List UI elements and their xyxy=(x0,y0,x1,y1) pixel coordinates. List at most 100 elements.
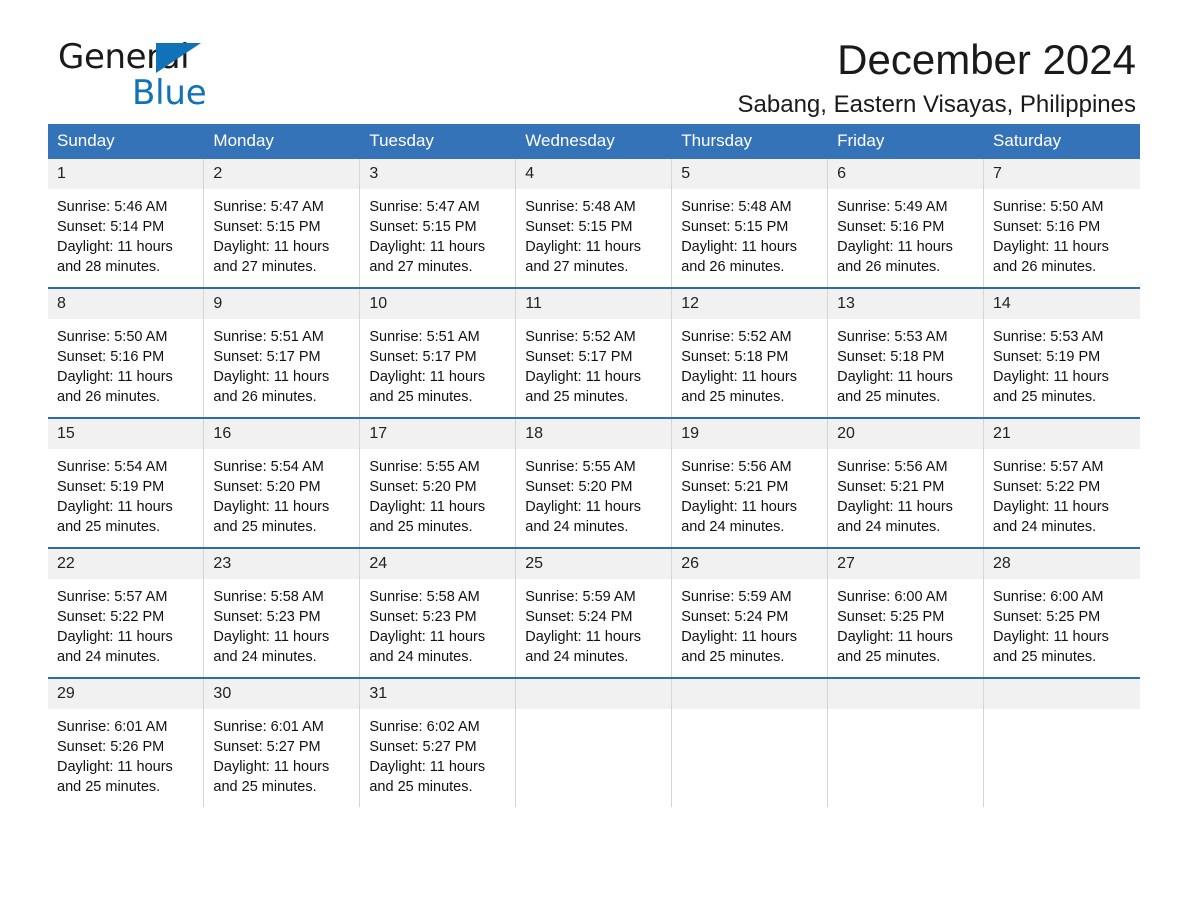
day-cell[interactable]: 23 Sunrise: 5:58 AM Sunset: 5:23 PM Dayl… xyxy=(203,547,361,678)
sunrise-text: Sunrise: 5:56 AM xyxy=(837,459,948,475)
daylight-text-line2: and 24 minutes. xyxy=(681,519,785,535)
sunset-text: Sunset: 5:16 PM xyxy=(57,349,165,365)
sunrise-text: Sunrise: 6:00 AM xyxy=(993,589,1104,605)
day-cell[interactable]: 10 Sunrise: 5:51 AM Sunset: 5:17 PM Dayl… xyxy=(359,287,517,418)
day-cell[interactable]: 3 Sunrise: 5:47 AM Sunset: 5:15 PM Dayli… xyxy=(359,159,517,288)
week-row: 29 Sunrise: 6:01 AM Sunset: 5:26 PM Dayl… xyxy=(48,677,1140,807)
day-cell[interactable]: 28 Sunrise: 6:00 AM Sunset: 5:25 PM Dayl… xyxy=(983,547,1140,678)
calendar-header: Sunday Monday Tuesday Wednesday Thursday… xyxy=(48,124,1140,159)
day-cell[interactable]: 16 Sunrise: 5:54 AM Sunset: 5:20 PM Dayl… xyxy=(203,417,361,548)
day-details: Sunrise: 6:00 AM Sunset: 5:25 PM Dayligh… xyxy=(984,579,1140,677)
day-cell[interactable]: 18 Sunrise: 5:55 AM Sunset: 5:20 PM Dayl… xyxy=(515,417,673,548)
daylight-text-line1: Daylight: 11 hours xyxy=(57,239,173,255)
day-cell[interactable]: 8 Sunrise: 5:50 AM Sunset: 5:16 PM Dayli… xyxy=(48,287,205,418)
day-cell[interactable]: 11 Sunrise: 5:52 AM Sunset: 5:17 PM Dayl… xyxy=(515,287,673,418)
weekday-header-row: Sunday Monday Tuesday Wednesday Thursday… xyxy=(48,124,1140,159)
daylight-text-line2: and 24 minutes. xyxy=(525,649,629,665)
daylight-text-line2: and 26 minutes. xyxy=(837,259,941,275)
day-cell[interactable]: 25 Sunrise: 5:59 AM Sunset: 5:24 PM Dayl… xyxy=(515,547,673,678)
day-details: Sunrise: 5:48 AM Sunset: 5:15 PM Dayligh… xyxy=(672,189,828,287)
day-cell[interactable]: 21 Sunrise: 5:57 AM Sunset: 5:22 PM Dayl… xyxy=(983,417,1140,548)
daylight-text-line1: Daylight: 11 hours xyxy=(837,369,953,385)
day-details xyxy=(516,709,672,797)
day-cell[interactable]: 2 Sunrise: 5:47 AM Sunset: 5:15 PM Dayli… xyxy=(203,159,361,288)
weekday-header-sunday: Sunday xyxy=(48,124,205,159)
sunset-text: Sunset: 5:15 PM xyxy=(525,219,633,235)
day-cell[interactable]: 17 Sunrise: 5:55 AM Sunset: 5:20 PM Dayl… xyxy=(359,417,517,548)
sunset-text: Sunset: 5:17 PM xyxy=(525,349,633,365)
daylight-text-line2: and 24 minutes. xyxy=(837,519,941,535)
daylight-text-line2: and 24 minutes. xyxy=(993,519,1097,535)
day-number: 24 xyxy=(360,549,516,579)
day-details: Sunrise: 5:47 AM Sunset: 5:15 PM Dayligh… xyxy=(360,189,516,287)
daylight-text-line1: Daylight: 11 hours xyxy=(213,759,330,775)
day-cell[interactable]: 22 Sunrise: 5:57 AM Sunset: 5:22 PM Dayl… xyxy=(48,547,205,678)
sunset-text: Sunset: 5:15 PM xyxy=(369,219,477,235)
day-number: 3 xyxy=(360,159,516,189)
day-number: 27 xyxy=(828,549,984,579)
day-number xyxy=(672,679,828,709)
day-cell[interactable]: 4 Sunrise: 5:48 AM Sunset: 5:15 PM Dayli… xyxy=(515,159,673,288)
day-cell[interactable]: 15 Sunrise: 5:54 AM Sunset: 5:19 PM Dayl… xyxy=(48,417,205,548)
sunset-text: Sunset: 5:24 PM xyxy=(525,609,633,625)
day-cell[interactable]: 29 Sunrise: 6:01 AM Sunset: 5:26 PM Dayl… xyxy=(48,677,205,807)
sunset-text: Sunset: 5:16 PM xyxy=(993,219,1101,235)
day-cell[interactable]: 20 Sunrise: 5:56 AM Sunset: 5:21 PM Dayl… xyxy=(827,417,985,548)
day-cell[interactable]: 9 Sunrise: 5:51 AM Sunset: 5:17 PM Dayli… xyxy=(203,287,361,418)
daylight-text-line1: Daylight: 11 hours xyxy=(369,499,486,515)
day-number: 16 xyxy=(204,419,360,449)
daylight-text-line1: Daylight: 11 hours xyxy=(369,239,486,255)
day-details xyxy=(672,709,828,797)
daylight-text-line1: Daylight: 11 hours xyxy=(993,239,1109,255)
sunrise-text: Sunrise: 6:01 AM xyxy=(57,719,168,735)
day-details: Sunrise: 6:01 AM Sunset: 5:27 PM Dayligh… xyxy=(204,709,360,807)
week-row: 8 Sunrise: 5:50 AM Sunset: 5:16 PM Dayli… xyxy=(48,287,1140,418)
day-details: Sunrise: 5:51 AM Sunset: 5:17 PM Dayligh… xyxy=(204,319,360,417)
sunrise-text: Sunrise: 5:52 AM xyxy=(525,329,636,345)
sunrise-text: Sunrise: 5:47 AM xyxy=(369,199,480,215)
day-cell[interactable]: 13 Sunrise: 5:53 AM Sunset: 5:18 PM Dayl… xyxy=(827,287,985,418)
day-details: Sunrise: 6:02 AM Sunset: 5:27 PM Dayligh… xyxy=(360,709,516,807)
day-cell[interactable]: 7 Sunrise: 5:50 AM Sunset: 5:16 PM Dayli… xyxy=(984,159,1140,288)
daylight-text-line1: Daylight: 11 hours xyxy=(213,239,330,255)
day-number: 6 xyxy=(828,159,984,189)
page-header: General Blue December 2024 Sabang, Easte… xyxy=(48,0,1140,118)
sunset-text: Sunset: 5:17 PM xyxy=(213,349,321,365)
day-cell[interactable]: 5 Sunrise: 5:48 AM Sunset: 5:15 PM Dayli… xyxy=(671,159,829,288)
day-cell[interactable]: 12 Sunrise: 5:52 AM Sunset: 5:18 PM Dayl… xyxy=(671,287,829,418)
day-cell-empty xyxy=(671,677,829,807)
sunset-text: Sunset: 5:25 PM xyxy=(993,609,1101,625)
daylight-text-line2: and 25 minutes. xyxy=(837,649,941,665)
daylight-text-line2: and 25 minutes. xyxy=(213,779,317,795)
day-details: Sunrise: 5:57 AM Sunset: 5:22 PM Dayligh… xyxy=(48,579,204,677)
day-cell[interactable]: 6 Sunrise: 5:49 AM Sunset: 5:16 PM Dayli… xyxy=(827,159,985,288)
sunset-text: Sunset: 5:21 PM xyxy=(681,479,789,495)
daylight-text-line1: Daylight: 11 hours xyxy=(681,369,797,385)
daylight-text-line1: Daylight: 11 hours xyxy=(993,369,1109,385)
day-details: Sunrise: 5:52 AM Sunset: 5:17 PM Dayligh… xyxy=(516,319,672,417)
sunrise-text: Sunrise: 5:46 AM xyxy=(57,199,168,215)
day-cell[interactable]: 14 Sunrise: 5:53 AM Sunset: 5:19 PM Dayl… xyxy=(983,287,1140,418)
day-cell[interactable]: 31 Sunrise: 6:02 AM Sunset: 5:27 PM Dayl… xyxy=(359,677,517,807)
day-number xyxy=(516,679,672,709)
day-cell[interactable]: 1 Sunrise: 5:46 AM Sunset: 5:14 PM Dayli… xyxy=(48,159,205,288)
sunset-text: Sunset: 5:21 PM xyxy=(837,479,945,495)
day-details: Sunrise: 5:54 AM Sunset: 5:19 PM Dayligh… xyxy=(48,449,204,547)
day-cell[interactable]: 26 Sunrise: 5:59 AM Sunset: 5:24 PM Dayl… xyxy=(671,547,829,678)
daylight-text-line1: Daylight: 11 hours xyxy=(57,499,173,515)
daylight-text-line2: and 26 minutes. xyxy=(57,389,161,405)
sunrise-text: Sunrise: 5:53 AM xyxy=(837,329,948,345)
day-cell[interactable]: 19 Sunrise: 5:56 AM Sunset: 5:21 PM Dayl… xyxy=(671,417,829,548)
day-details: Sunrise: 5:55 AM Sunset: 5:20 PM Dayligh… xyxy=(360,449,516,547)
sunset-text: Sunset: 5:20 PM xyxy=(213,479,321,495)
daylight-text-line1: Daylight: 11 hours xyxy=(525,499,642,515)
sunset-text: Sunset: 5:27 PM xyxy=(213,739,321,755)
sunset-text: Sunset: 5:18 PM xyxy=(837,349,945,365)
day-cell[interactable]: 27 Sunrise: 6:00 AM Sunset: 5:25 PM Dayl… xyxy=(827,547,985,678)
daylight-text-line2: and 25 minutes. xyxy=(681,649,785,665)
day-cell[interactable]: 24 Sunrise: 5:58 AM Sunset: 5:23 PM Dayl… xyxy=(359,547,517,678)
sunrise-text: Sunrise: 5:54 AM xyxy=(213,459,324,475)
sunrise-text: Sunrise: 5:51 AM xyxy=(213,329,324,345)
sunrise-text: Sunrise: 6:00 AM xyxy=(837,589,948,605)
day-cell[interactable]: 30 Sunrise: 6:01 AM Sunset: 5:27 PM Dayl… xyxy=(203,677,361,807)
